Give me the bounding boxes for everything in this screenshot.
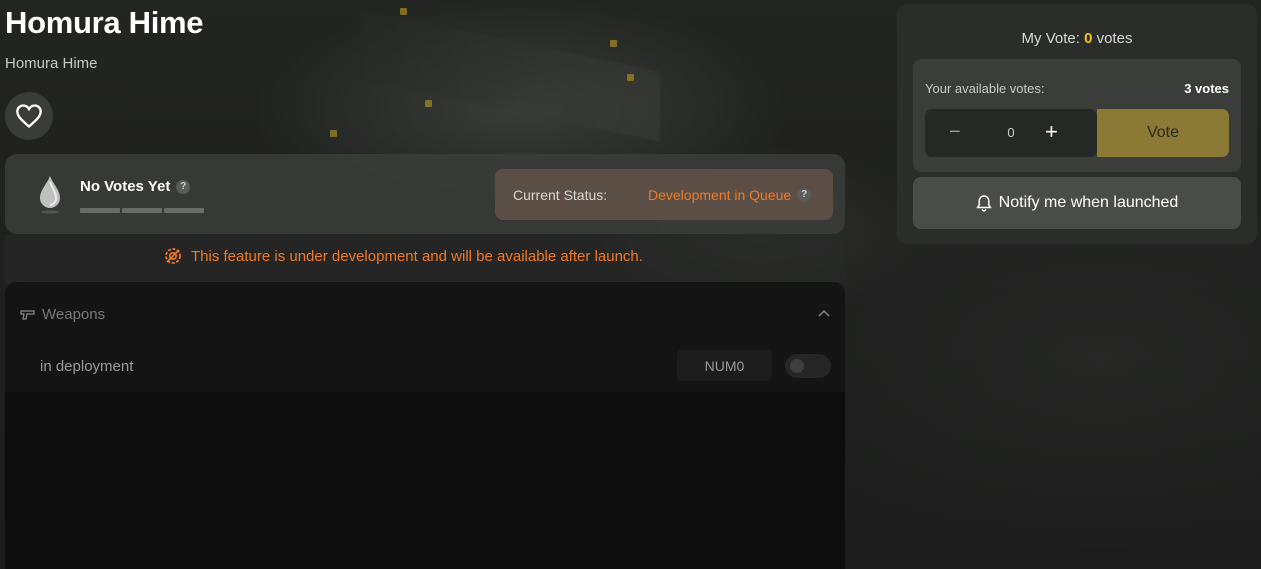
vote-quantity-stepper: − 0 +: [925, 109, 1097, 157]
help-icon[interactable]: ?: [176, 179, 191, 194]
chevron-up-icon[interactable]: [817, 308, 831, 318]
drop-icon: [40, 176, 60, 214]
background-ship-shape: [360, 8, 660, 142]
current-status-pill: Current Status: Development in Queue ?: [495, 169, 833, 220]
development-notice-text: This feature is under development and wi…: [191, 247, 643, 265]
available-votes-count: 3 votes: [1184, 81, 1229, 96]
weapons-section-title: Weapons: [42, 306, 106, 323]
background-light: [610, 40, 617, 47]
development-notice: This feature is under development and wi…: [163, 246, 643, 266]
attributes-panel: Weapons in deployment NUM0: [5, 282, 845, 569]
current-status-text: Development in Queue: [648, 186, 792, 203]
vote-progress-bars: [80, 208, 204, 213]
vote-quantity-value[interactable]: 0: [925, 125, 1097, 140]
toggle-knob: [790, 359, 804, 373]
available-votes-box: Your available votes: 3 votes − 0 + Vote: [913, 59, 1241, 172]
current-status-label: Current Status:: [513, 186, 608, 203]
background-light: [627, 74, 634, 81]
pistol-icon: [20, 309, 35, 320]
weapons-section-header[interactable]: Weapons: [20, 306, 105, 323]
my-vote-summary: My Vote: 0 votes: [897, 30, 1257, 47]
status-help-icon[interactable]: ?: [797, 187, 812, 202]
favorite-button[interactable]: [5, 92, 53, 140]
background-light: [425, 100, 432, 107]
my-vote-suffix: votes: [1092, 30, 1133, 47]
vote-button[interactable]: Vote: [1097, 109, 1229, 157]
my-vote-prefix: My Vote:: [1021, 30, 1085, 47]
num-badge: NUM0: [677, 350, 772, 381]
progress-segment: [122, 208, 162, 213]
background-light: [330, 130, 337, 137]
deployment-row-label: in deployment: [40, 358, 134, 375]
gear-warning-icon: [165, 248, 181, 264]
background-light: [400, 8, 407, 15]
available-votes-label: Your available votes:: [925, 81, 1045, 96]
page-subtitle: Homura Hime: [5, 55, 98, 72]
votes-status-label: No Votes Yet ?: [80, 178, 191, 195]
bell-icon: [975, 195, 992, 212]
progress-segment: [164, 208, 204, 213]
notify-button[interactable]: Notify me when launched: [913, 177, 1241, 229]
progress-segment: [80, 208, 120, 213]
deployment-toggle[interactable]: [785, 354, 831, 378]
status-card: No Votes Yet ? Current Status: Developme…: [5, 154, 845, 234]
heart-icon: [16, 104, 42, 129]
vote-card: My Vote: 0 votes Your available votes: 3…: [897, 4, 1257, 244]
increment-button[interactable]: +: [1045, 119, 1058, 145]
page-title: Homura Hime: [5, 5, 204, 40]
current-status-value: Development in Queue ?: [648, 186, 812, 203]
votes-status-text: No Votes Yet: [80, 178, 171, 195]
notify-button-label: Notify me when launched: [998, 194, 1179, 211]
